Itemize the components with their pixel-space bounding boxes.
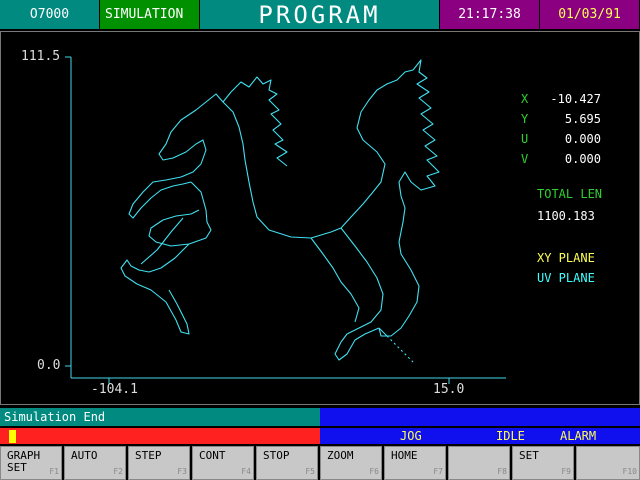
fkey-label: AUTO — [71, 449, 98, 462]
alarm-indicator: ALARM — [560, 429, 597, 443]
fkey-label: HOME — [391, 449, 418, 462]
home-button[interactable]: HOME F7 — [384, 446, 446, 480]
fkey-label: SET — [519, 449, 539, 462]
set-button[interactable]: SET F9 — [512, 446, 574, 480]
machine-state-bar: JOG IDLE ALARM — [320, 428, 640, 444]
xy-plane-legend: XY PLANE — [537, 251, 595, 265]
fkey-label: STEP — [135, 449, 162, 462]
y-coord-value: 5.695 — [564, 112, 601, 126]
fkey-number: F3 — [177, 467, 187, 476]
graph-set-button[interactable]: GRAPH SET F1 — [0, 446, 62, 480]
progress-bar — [0, 428, 320, 444]
fkey-number: F4 — [241, 467, 251, 476]
status-bar-right — [320, 408, 640, 426]
fkey-number: F6 — [369, 467, 379, 476]
clock-time: 21:17:38 — [440, 0, 540, 29]
x-axis-max-label: 15.0 — [433, 382, 465, 397]
fkey-label: CONT — [199, 449, 226, 462]
fkey-number: F2 — [113, 467, 123, 476]
program-number: O7000 — [0, 0, 100, 29]
y-axis-max-label: 111.5 — [21, 49, 61, 64]
x-axis-min-label: -104.1 — [91, 382, 138, 397]
fkey-number: F7 — [433, 467, 443, 476]
u-coord-value: 0.000 — [564, 132, 601, 146]
total-length-value: 1100.183 — [537, 209, 595, 223]
fkey-number: F8 — [497, 467, 507, 476]
f8-button[interactable]: F8 — [448, 446, 510, 480]
fkey-number: F9 — [561, 467, 571, 476]
fkey-label: ZOOM — [327, 449, 354, 462]
fkey-label: STOP — [263, 449, 290, 462]
idle-indicator: IDLE — [496, 429, 525, 443]
cont-button[interactable]: CONT F4 — [192, 446, 254, 480]
v-coord-value: 0.000 — [564, 152, 601, 166]
zoom-button[interactable]: ZOOM F6 — [320, 446, 382, 480]
x-coord-value: -10.427 — [550, 92, 601, 106]
jog-indicator: JOG — [400, 429, 422, 443]
stop-button[interactable]: STOP F5 — [256, 446, 318, 480]
total-length-label: TOTAL LEN — [537, 187, 603, 201]
clock-date: 01/03/91 — [540, 0, 640, 29]
step-button[interactable]: STEP F3 — [128, 446, 190, 480]
fkey-number: F1 — [49, 467, 59, 476]
page-title: PROGRAM — [200, 0, 440, 29]
fkey-number: F10 — [622, 467, 637, 476]
mode-indicator: SIMULATION — [100, 0, 200, 29]
y-axis-min-label: 0.0 — [37, 358, 61, 373]
f10-button[interactable]: F10 — [576, 446, 640, 480]
uv-plane-legend: UV PLANE — [537, 271, 595, 285]
fkey-number: F5 — [305, 467, 315, 476]
auto-button[interactable]: AUTO F2 — [64, 446, 126, 480]
status-message: Simulation End — [0, 408, 320, 426]
toolpath-horse — [120, 59, 440, 363]
simulation-viewport[interactable]: 111.5 0.0 -104.1 15.0 X -10.427 Y 5.695 … — [0, 31, 640, 405]
progress-marker — [9, 430, 16, 443]
